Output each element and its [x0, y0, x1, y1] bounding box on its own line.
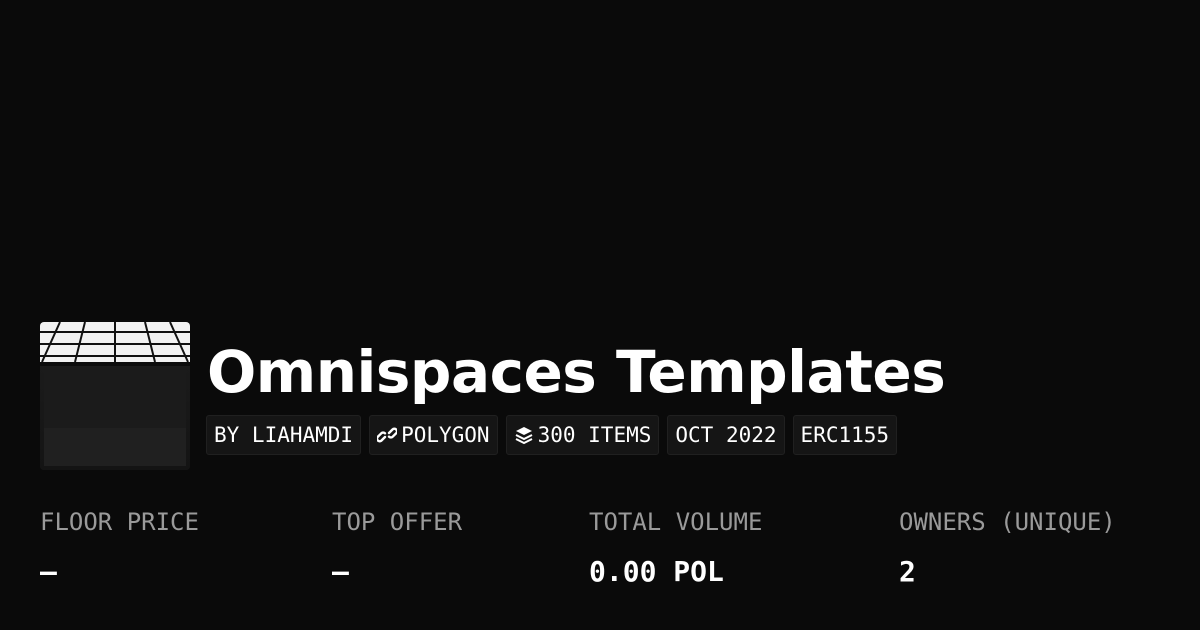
top-offer-value: –	[332, 555, 349, 588]
date-chip-label: OCT 2022	[675, 423, 777, 447]
items-chip-label: 300 ITEMS	[537, 423, 652, 447]
chain-chip-label: POLYGON	[401, 423, 490, 447]
collection-thumbnail	[40, 322, 190, 470]
floor-price-value: –	[40, 555, 57, 588]
standard-chip-label: ERC1155	[800, 423, 890, 447]
polygon-link-icon	[377, 425, 398, 445]
collection-card: Omnispaces Templates BY LIAHAMDI POLYGON	[0, 0, 1200, 630]
layers-icon	[514, 425, 534, 445]
date-chip: OCT 2022	[667, 415, 785, 455]
items-chip[interactable]: 300 ITEMS	[505, 415, 660, 455]
standard-chip: ERC1155	[792, 415, 898, 455]
owners-stat: OWNERS (UNIQUE) 2	[899, 505, 1116, 589]
chain-chip[interactable]: POLYGON	[369, 415, 498, 455]
floor-price-stat: FLOOR PRICE –	[40, 505, 199, 589]
floor-price-label: FLOOR PRICE	[40, 508, 199, 536]
owners-label: OWNERS (UNIQUE)	[899, 508, 1116, 536]
collection-chips: BY LIAHAMDI POLYGON 300 ITEMS OCT 2022 E…	[206, 415, 898, 455]
total-volume-stat: TOTAL VOLUME 0.00 POL	[589, 505, 762, 589]
top-offer-label: TOP OFFER	[332, 508, 463, 536]
owners-value: 2	[899, 555, 916, 588]
collection-title: Omnispaces Templates	[207, 338, 946, 406]
creator-chip-label: BY LIAHAMDI	[214, 423, 354, 447]
top-offer-stat: TOP OFFER –	[332, 505, 462, 589]
total-volume-value: 0.00 POL	[589, 555, 724, 588]
total-volume-label: TOTAL VOLUME	[589, 508, 763, 536]
creator-chip[interactable]: BY LIAHAMDI	[206, 415, 362, 455]
